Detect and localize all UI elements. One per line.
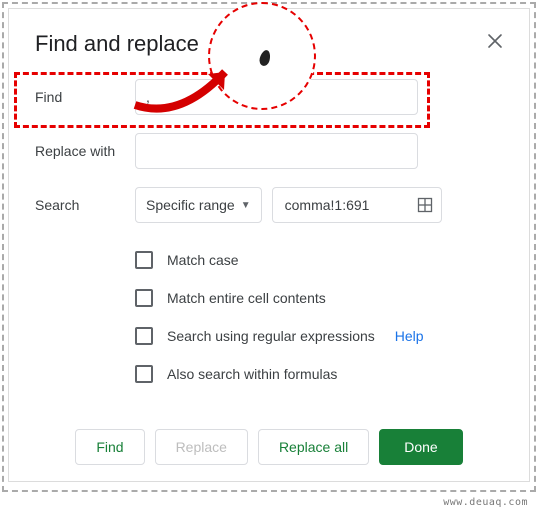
close-icon (487, 33, 503, 49)
find-row: Find (35, 79, 503, 115)
search-label: Search (35, 197, 135, 213)
regex-label: Search using regular expressions (167, 328, 375, 344)
option-match-case: Match case (135, 241, 503, 279)
option-match-entire: Match entire cell contents (135, 279, 503, 317)
replace-label: Replace with (35, 143, 135, 159)
range-field (272, 187, 442, 223)
search-row: Search Specific range ▼ (35, 187, 503, 223)
formulas-checkbox[interactable] (135, 365, 153, 383)
dialog-title: Find and replace (35, 31, 503, 57)
replace-all-button[interactable]: Replace all (258, 429, 369, 465)
search-scope-value: Specific range (146, 197, 235, 213)
replace-row: Replace with (35, 133, 503, 169)
match-entire-checkbox[interactable] (135, 289, 153, 307)
option-formulas: Also search within formulas (135, 355, 503, 393)
grid-select-icon[interactable] (417, 197, 433, 213)
option-regex: Search using regular expressions Help (135, 317, 503, 355)
match-case-label: Match case (167, 252, 239, 268)
find-button[interactable]: Find (75, 429, 144, 465)
range-input[interactable] (283, 196, 407, 214)
close-button[interactable] (483, 29, 507, 53)
replace-button: Replace (155, 429, 248, 465)
formulas-label: Also search within formulas (167, 366, 337, 382)
done-button[interactable]: Done (379, 429, 462, 465)
chevron-down-icon: ▼ (241, 200, 251, 211)
search-scope-dropdown[interactable]: Specific range ▼ (135, 187, 262, 223)
options-group: Match case Match entire cell contents Se… (135, 241, 503, 393)
watermark: www.deuaq.com (443, 497, 528, 508)
find-input[interactable] (135, 79, 418, 115)
find-label: Find (35, 89, 135, 105)
match-case-checkbox[interactable] (135, 251, 153, 269)
regex-help-link[interactable]: Help (395, 328, 424, 344)
replace-input[interactable] (135, 133, 418, 169)
regex-checkbox[interactable] (135, 327, 153, 345)
find-replace-dialog: Find and replace Find Replace with Searc… (8, 8, 530, 482)
button-row: Find Replace Replace all Done (35, 429, 503, 465)
match-entire-label: Match entire cell contents (167, 290, 326, 306)
